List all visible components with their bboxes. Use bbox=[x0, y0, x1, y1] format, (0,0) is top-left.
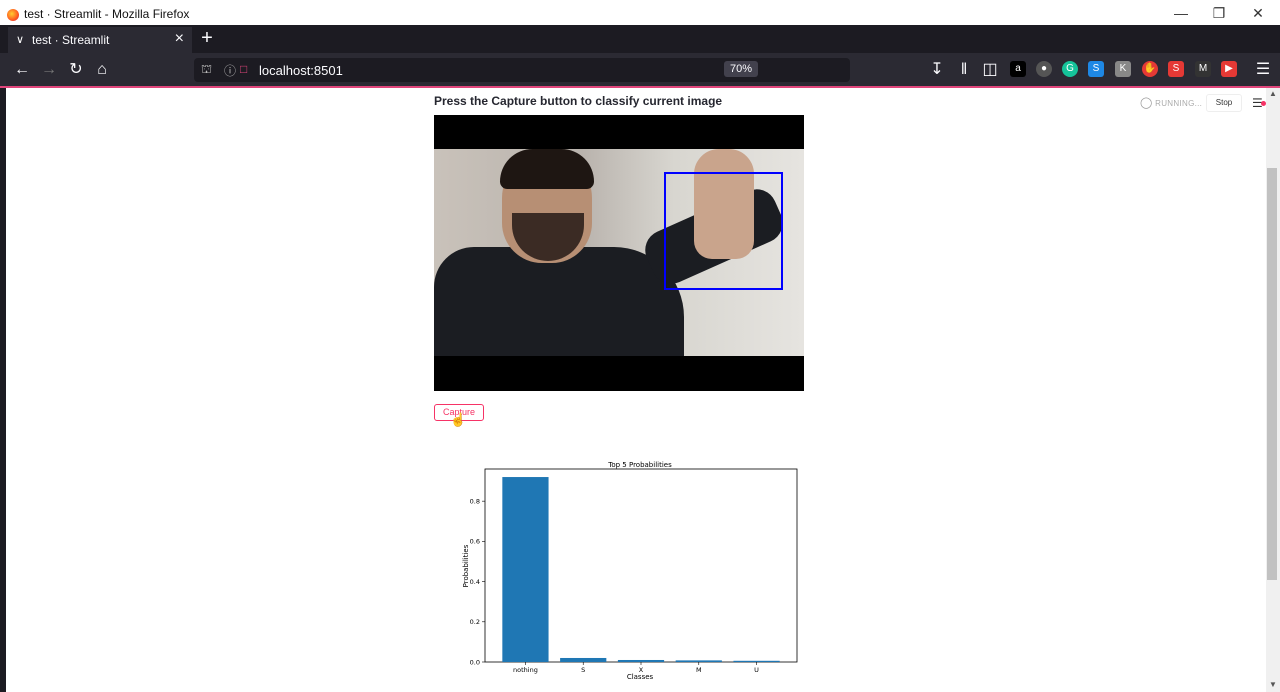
menu-icon[interactable]: ☰ bbox=[1253, 60, 1273, 80]
stop-button[interactable]: Stop bbox=[1206, 94, 1242, 112]
extension-gray-icon[interactable]: K bbox=[1115, 61, 1131, 77]
chart-title: Top 5 Probabilities bbox=[607, 461, 672, 469]
webcam-image bbox=[434, 115, 804, 391]
chart-bar-X bbox=[617, 659, 665, 662]
extension-blue-icon[interactable]: S bbox=[1088, 61, 1104, 77]
close-tab-icon[interactable]: × bbox=[175, 30, 184, 48]
scrollbar-thumb[interactable] bbox=[1267, 168, 1277, 580]
scroll-down-icon[interactable]: ▼ bbox=[1266, 680, 1280, 690]
running-status: ◯ RUNNING... bbox=[1140, 97, 1203, 109]
forward-icon[interactable]: → bbox=[39, 60, 59, 80]
x-tick-label: U bbox=[754, 666, 759, 674]
y-tick-label: 0.0 bbox=[470, 658, 480, 666]
address-bar[interactable]: ⛫ ⓘ □ localhost:8501 70% bbox=[194, 58, 850, 82]
extension-red-hand-icon[interactable]: ✋ bbox=[1142, 61, 1158, 77]
x-tick-label: S bbox=[581, 666, 585, 674]
zoom-level[interactable]: 70% bbox=[724, 61, 759, 77]
window-title: test · Streamlit - Mozilla Firefox bbox=[24, 7, 190, 21]
streamlit-favicon-icon: ∨ bbox=[16, 34, 25, 46]
streamlit-menu-icon[interactable]: ☰ bbox=[1252, 96, 1266, 110]
sidebar-icon[interactable]: ◫ bbox=[980, 60, 1000, 80]
firefox-logo-icon bbox=[7, 9, 19, 21]
url-text[interactable]: localhost:8501 bbox=[259, 63, 343, 78]
site-info-icon[interactable]: ⓘ bbox=[224, 62, 236, 79]
close-window-icon[interactable]: ✕ bbox=[1243, 5, 1273, 22]
permissions-icon[interactable]: □ bbox=[240, 62, 247, 76]
tab-streamlit[interactable]: ∨ test · Streamlit × bbox=[8, 27, 192, 53]
chart-bar-U bbox=[733, 660, 780, 662]
y-tick-label: 0.4 bbox=[470, 578, 480, 586]
extension-m-icon[interactable]: M bbox=[1195, 61, 1211, 77]
chart-bar-M bbox=[675, 660, 722, 662]
running-bike-icon: ◯ bbox=[1140, 97, 1153, 109]
amazon-extension-icon[interactable]: a bbox=[1010, 61, 1026, 77]
back-icon[interactable]: ← bbox=[12, 60, 32, 80]
y-tick-label: 0.6 bbox=[470, 538, 480, 546]
chart-ylabel: Probabilities bbox=[462, 544, 470, 587]
new-tab-icon[interactable]: + bbox=[198, 27, 216, 49]
extension-red-s-icon[interactable]: S bbox=[1168, 61, 1184, 77]
scroll-up-icon[interactable]: ▲ bbox=[1266, 89, 1280, 99]
tab-bar: ∨ test · Streamlit × bbox=[0, 25, 1280, 53]
roi-bounding-box bbox=[664, 172, 783, 290]
chart-xlabel: Classes bbox=[627, 673, 654, 681]
grammarly-icon[interactable]: G bbox=[1062, 61, 1078, 77]
camera-frame bbox=[434, 149, 804, 356]
library-icon[interactable]: ‖ bbox=[954, 60, 974, 80]
shield-icon[interactable]: ⛫ bbox=[201, 62, 212, 78]
tab-label: test · Streamlit bbox=[32, 33, 110, 47]
account-icon[interactable]: ● bbox=[1036, 61, 1052, 77]
reload-icon[interactable]: ↻ bbox=[66, 60, 86, 80]
y-tick-label: 0.8 bbox=[470, 497, 480, 505]
restore-icon[interactable]: ❐ bbox=[1204, 5, 1234, 22]
home-icon[interactable]: ⌂ bbox=[92, 60, 112, 80]
x-tick-label: M bbox=[696, 666, 702, 674]
downloads-icon[interactable]: ↧ bbox=[927, 60, 947, 80]
extension-play-icon[interactable]: ▶ bbox=[1221, 61, 1237, 77]
page-heading: Press the Capture button to classify cur… bbox=[434, 94, 723, 108]
hand-cursor-icon: ☝ bbox=[450, 412, 467, 427]
chart-bar-nothing bbox=[502, 477, 549, 662]
x-tick-label: nothing bbox=[513, 666, 538, 674]
minimize-icon[interactable]: — bbox=[1166, 5, 1196, 21]
chart-bar-S bbox=[560, 657, 607, 662]
top5-probabilities-chart: Top 5 Probabilities 0.0 0.2 0.4 0.6 0.8 noth… bbox=[462, 461, 798, 681]
y-tick-label: 0.2 bbox=[470, 618, 480, 626]
